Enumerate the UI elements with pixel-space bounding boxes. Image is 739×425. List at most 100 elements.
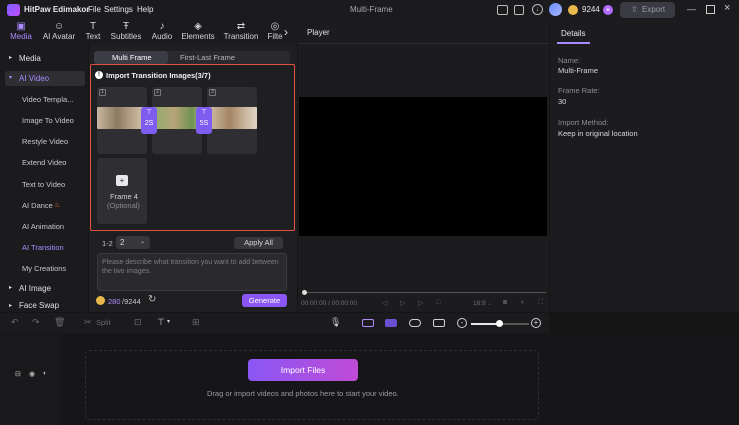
track-audio-icon[interactable]: ◐ (43, 370, 47, 377)
chevron-right-icon[interactable]: › (284, 25, 288, 39)
tool-filter[interactable]: ◎ Filte (264, 21, 286, 45)
text-tool-icon[interactable]: ⊤ (157, 317, 165, 328)
sidebar-item-ai-animation[interactable]: AI Animation (22, 222, 64, 231)
import-files-button[interactable]: Import Files (248, 359, 358, 381)
sidebar-item-restyle-video[interactable]: Restyle Video (22, 137, 68, 146)
frame-image-2 (152, 107, 202, 129)
chain-icon[interactable] (409, 319, 421, 327)
minimize-icon[interactable]: — (687, 4, 696, 14)
message-icon[interactable] (514, 5, 524, 15)
frame-number: 3 (209, 89, 216, 96)
tool-ai-avatar[interactable]: ☺ AI Avatar (40, 21, 78, 45)
caret-down-icon: ▾ (9, 75, 13, 81)
next-frame-icon[interactable]: ▷ (418, 299, 423, 307)
divider (298, 43, 549, 44)
duration-label: 5S (199, 120, 209, 127)
tool-label: Media (10, 32, 32, 41)
credits-count: 9244 (582, 5, 600, 14)
add-credits-icon[interactable]: + (603, 5, 613, 15)
elements-icon: ◈ (194, 21, 202, 32)
subtitles-icon: Ŧ (122, 21, 130, 32)
zoom-in-icon[interactable]: + (531, 318, 541, 328)
frame-slot-4-add[interactable] (97, 158, 147, 224)
sidebar-item-my-creations[interactable]: My Creations (22, 264, 66, 273)
stop-icon[interactable]: □ (436, 299, 440, 306)
play-icon[interactable]: ▷ (400, 299, 405, 307)
playback-scrubber[interactable] (302, 292, 546, 293)
fullscreen-icon[interactable]: ⛶ (538, 299, 543, 307)
tool-audio[interactable]: ♪ Audio (146, 21, 178, 45)
tool-label: Audio (151, 32, 173, 41)
avatar[interactable] (549, 3, 562, 16)
frame-rate-label: Frame Rate: (558, 86, 600, 95)
refresh-icon[interactable]: ↻ (148, 294, 156, 305)
sidebar-item-video-templates[interactable]: Video Templa... (22, 95, 73, 104)
undo-icon[interactable]: ↶ (11, 317, 19, 328)
close-icon[interactable]: × (724, 2, 730, 14)
title-bar: HitPaw Edimakor File Settings Help Multi… (0, 0, 739, 20)
track-visibility-icon[interactable]: ◉ (29, 370, 35, 378)
crop-icon[interactable]: ⊡ (134, 317, 142, 328)
apply-all-button[interactable]: Apply All (234, 237, 283, 249)
zoom-slider-handle[interactable] (496, 320, 503, 327)
split-label[interactable]: Split (96, 318, 111, 327)
text-icon: T (89, 21, 97, 32)
prompt-input[interactable]: Please describe what transition you want… (97, 253, 287, 291)
time-icon: ⊤ (200, 109, 208, 116)
sidebar-item-ai-dance[interactable]: AI Dance (22, 201, 53, 210)
zoom-out-icon[interactable]: - (457, 318, 467, 328)
aspect-ratio[interactable]: 16:9 (473, 300, 486, 307)
duration-badge-1[interactable]: ⊤ 2S (141, 107, 157, 134)
delete-icon[interactable]: 🗑 (54, 317, 65, 328)
name-value: Multi-Frame (558, 66, 599, 75)
prev-frame-icon[interactable]: ◁ (382, 299, 387, 307)
sidebar-item-ai-transition[interactable]: AI Transition (22, 243, 64, 252)
tool-media[interactable]: ▣ Media (4, 21, 38, 45)
freeze-icon[interactable]: ⊞ (192, 317, 200, 328)
fire-icon: ♨ (54, 202, 61, 209)
sidebar-category-media[interactable]: ▸ Media (5, 51, 85, 66)
split-icon[interactable]: ✂ (84, 317, 92, 328)
snapshot-icon[interactable]: ◙ (503, 299, 507, 306)
duration-select-value: 2 (120, 238, 125, 247)
duration-select[interactable]: 2 ⌄ (116, 236, 150, 249)
volume-icon[interactable]: ◐ (521, 299, 525, 306)
redo-icon[interactable]: ↷ (32, 317, 40, 328)
sidebar-category-ai-image[interactable]: ▸ AI Image (5, 281, 85, 296)
sidebar-category-face-swap[interactable]: ▸ Face Swap (5, 300, 85, 312)
track-lock-icon[interactable] (433, 319, 445, 327)
tool-subtitles[interactable]: Ŧ Subtitles (108, 21, 144, 45)
menu-file[interactable]: File (88, 5, 101, 14)
sidebar-item-image-to-video[interactable]: Image To Video (22, 116, 74, 125)
tool-elements[interactable]: ◈ Elements (180, 21, 216, 45)
tool-text[interactable]: T Text (78, 21, 108, 45)
sidebar-category-ai-video[interactable]: ▾ AI Video (5, 71, 85, 86)
scrubber-handle[interactable] (302, 290, 307, 295)
menu-help[interactable]: Help (137, 5, 153, 14)
sidebar-item-extend-video[interactable]: Extend Video (22, 158, 66, 167)
sidebar-item-text-to-video[interactable]: Text to Video (22, 180, 65, 189)
snap-icon[interactable] (362, 319, 374, 327)
export-button[interactable]: ⇧ Export (620, 2, 675, 18)
tab-details[interactable]: Details (561, 29, 585, 38)
chevron-down-icon[interactable]: ▾ (167, 318, 170, 325)
tab-first-last-frame[interactable]: First-Last Frame (180, 53, 235, 62)
chevron-down-icon[interactable]: ⌄ (487, 300, 492, 307)
category-label: Face Swap (19, 301, 60, 310)
link-track-icon[interactable] (385, 319, 397, 327)
microphone-icon[interactable]: 🎙 (330, 317, 341, 328)
layout-icon[interactable] (497, 5, 508, 15)
download-icon[interactable]: ↓ (532, 4, 543, 15)
tool-transition[interactable]: ⇄ Transition (221, 21, 261, 45)
category-label: AI Video (19, 74, 50, 83)
tab-underline (557, 42, 590, 44)
maximize-icon[interactable] (706, 5, 715, 14)
track-lock-icon[interactable]: ⊟ (15, 370, 21, 378)
coin-icon (568, 5, 578, 15)
category-label: Media (19, 54, 41, 63)
drop-hint: Drag or import videos and photos here to… (207, 389, 399, 398)
duration-badge-2[interactable]: ⊤ 5S (196, 107, 212, 134)
menu-settings[interactable]: Settings (104, 5, 133, 14)
generate-button[interactable]: Generate (242, 294, 287, 307)
import-title: Import Transition Images(3/7) (106, 71, 211, 80)
